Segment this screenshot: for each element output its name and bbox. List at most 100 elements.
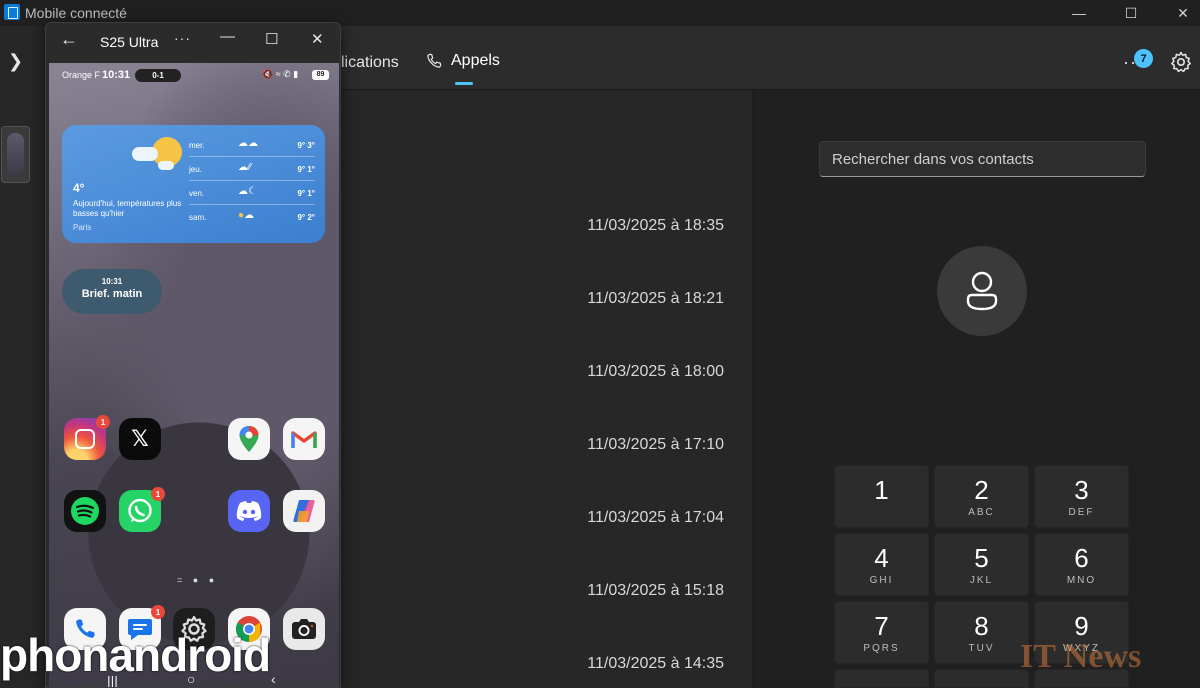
cloud-rain-icon: ☁⁄⁄	[238, 162, 252, 173]
dial-key-2[interactable]: 2 ABC	[934, 465, 1029, 528]
google-maps-icon[interactable]	[228, 418, 270, 460]
tab-applications[interactable]: lications	[341, 54, 399, 72]
close-button[interactable]: ✕	[1161, 2, 1200, 24]
device-thumbnail[interactable]	[1, 126, 30, 183]
minimize-button[interactable]: —	[220, 28, 235, 45]
cloud-moon-icon: ☁☾	[238, 186, 257, 197]
forecast-row: sam. ●☁ 9° 2°	[189, 207, 315, 229]
forecast-range: 9° 3°	[297, 141, 315, 150]
copilot-icon[interactable]	[283, 490, 325, 532]
contact-search-input[interactable]	[819, 141, 1146, 177]
cloud-icon: ☁☁	[238, 138, 258, 149]
dial-key-digit: 8	[974, 610, 989, 641]
dial-key-letters: DEF	[1068, 506, 1095, 518]
back-arrow-icon[interactable]: ←	[60, 29, 78, 50]
dial-key-letters: GHI	[869, 574, 894, 586]
dial-key-8[interactable]: 8 TUV	[934, 601, 1029, 664]
call-item-time[interactable]: 11/03/2025 à 17:10	[587, 436, 724, 454]
dial-key-digit: 1	[874, 474, 889, 505]
cloud-icon	[158, 161, 174, 170]
tab-calls[interactable]: Appels	[425, 52, 500, 70]
forecast-day: jeu.	[189, 165, 202, 174]
call-item-time[interactable]: 11/03/2025 à 15:18	[587, 582, 724, 600]
dial-key-letters: TUV	[968, 642, 995, 654]
close-button[interactable]: ✕	[311, 30, 324, 48]
camera-icon[interactable]	[283, 608, 325, 650]
carrier-label: Orange F	[62, 70, 101, 80]
phone-mirror-window: ← S25 Ultra ··· — ☐ ✕ Orange F 10:31 0-1…	[45, 22, 341, 688]
phone-link-logo-icon	[4, 4, 20, 20]
call-item-time[interactable]: 11/03/2025 à 18:00	[587, 363, 724, 381]
dial-key-letters: JKL	[969, 574, 994, 586]
dial-key-5[interactable]: 5 JKL	[934, 533, 1029, 596]
active-tab-indicator	[455, 82, 473, 85]
weather-widget[interactable]: 4° Aujourd'hui, températures plus basses…	[62, 125, 325, 243]
dial-key-1[interactable]: 1	[834, 465, 929, 528]
sun-cloud-icon: ●☁	[238, 210, 255, 221]
window-title: Mobile connecté	[25, 5, 127, 21]
forecast-row: jeu. ☁⁄⁄ 9° 1°	[189, 159, 315, 181]
battery-level: 89	[312, 70, 329, 80]
call-item-time[interactable]: 11/03/2025 à 18:21	[587, 290, 724, 308]
weather-city: Paris	[73, 223, 92, 232]
minimize-button[interactable]: —	[1057, 2, 1101, 24]
dial-key-digit: 6	[1074, 542, 1089, 573]
more-options-icon[interactable]: ···	[174, 30, 191, 46]
weather-temperature: 4°	[73, 181, 85, 195]
forecast-day: ven.	[189, 189, 205, 198]
gear-icon[interactable]	[1169, 50, 1193, 74]
page-indicator: = ● ●	[177, 575, 219, 585]
clock: 10:31	[102, 69, 131, 81]
dial-key-digit: 2	[974, 474, 989, 505]
forecast-range: 9° 1°	[297, 165, 315, 174]
dial-key-digit: 3	[1074, 474, 1089, 505]
cloud-icon	[132, 147, 158, 161]
watermark-phonandroid: phonandroid	[0, 629, 271, 681]
dial-key-letters: MNO	[1066, 574, 1097, 586]
call-item-time[interactable]: 11/03/2025 à 17:04	[587, 509, 724, 527]
dial-key-7[interactable]: 7 PQRS	[834, 601, 929, 664]
gmail-icon[interactable]	[283, 418, 325, 460]
forecast-row: mer. ☁☁ 9° 3°	[189, 135, 315, 157]
dial-key-3[interactable]: 3 DEF	[1034, 465, 1129, 528]
back-icon[interactable]: ‹	[271, 671, 276, 687]
phone-window-bar: ← S25 Ultra ··· — ☐ ✕	[46, 23, 340, 60]
morning-brief-widget[interactable]: 10:31 Brief. matin	[62, 269, 162, 314]
spotify-icon[interactable]	[64, 490, 106, 532]
dial-key-4[interactable]: 4 GHI	[834, 533, 929, 596]
discord-icon[interactable]	[228, 490, 270, 532]
phone-window-title: S25 Ultra	[100, 34, 159, 50]
notification-badge: 1	[96, 415, 110, 429]
maximize-button[interactable]: ☐	[1109, 2, 1153, 24]
live-score: 0-1	[135, 69, 181, 82]
dial-key-0[interactable]	[934, 669, 1029, 688]
dial-key-letters: ABC	[968, 506, 995, 518]
phone-link-app: Mobile connecté — ☐ ✕ ❯ lications Appels…	[0, 0, 1200, 688]
brief-time: 10:31	[101, 277, 123, 286]
status-icons: 🔇 ≈ ✆ ▮	[262, 69, 299, 79]
forecast-day: sam.	[189, 213, 207, 222]
forecast-day: mer.	[189, 141, 205, 150]
call-item-time[interactable]: 11/03/2025 à 18:35	[587, 217, 724, 235]
dialer-panel: 1 2 ABC 3 DEF 4 GHI 5 JKL 6 MNO 7 PQRS 8	[753, 90, 1200, 688]
chevron-right-icon[interactable]: ❯	[8, 51, 23, 72]
phone-screen[interactable]: Orange F 10:31 0-1 🔇 ≈ ✆ ▮ 89 4° Aujourd…	[49, 63, 339, 687]
notification-badge: 7	[1134, 49, 1153, 68]
dial-key-letters: PQRS	[863, 642, 900, 654]
tab-calls-label: Appels	[451, 52, 500, 69]
maximize-button[interactable]: ☐	[265, 30, 278, 48]
x-twitter-icon[interactable]: 𝕏	[119, 418, 161, 460]
watermark-itnews: IT News	[1020, 638, 1142, 675]
forecast-range: 9° 2°	[297, 213, 315, 222]
status-bar: Orange F 10:31 0-1 🔇 ≈ ✆ ▮ 89	[49, 69, 339, 83]
call-item-time[interactable]: 11/03/2025 à 14:35	[587, 655, 724, 673]
brief-label: Brief. matin	[81, 288, 143, 300]
dial-key-star[interactable]	[834, 669, 929, 688]
contact-avatar	[937, 246, 1027, 336]
dial-key-digit: 9	[1074, 610, 1089, 641]
notification-badge: 1	[151, 487, 165, 501]
notification-badge: 1	[151, 605, 165, 619]
dial-key-6[interactable]: 6 MNO	[1034, 533, 1129, 596]
dial-key-digit: 5	[974, 542, 989, 573]
nav-rail: ❯	[0, 26, 45, 688]
